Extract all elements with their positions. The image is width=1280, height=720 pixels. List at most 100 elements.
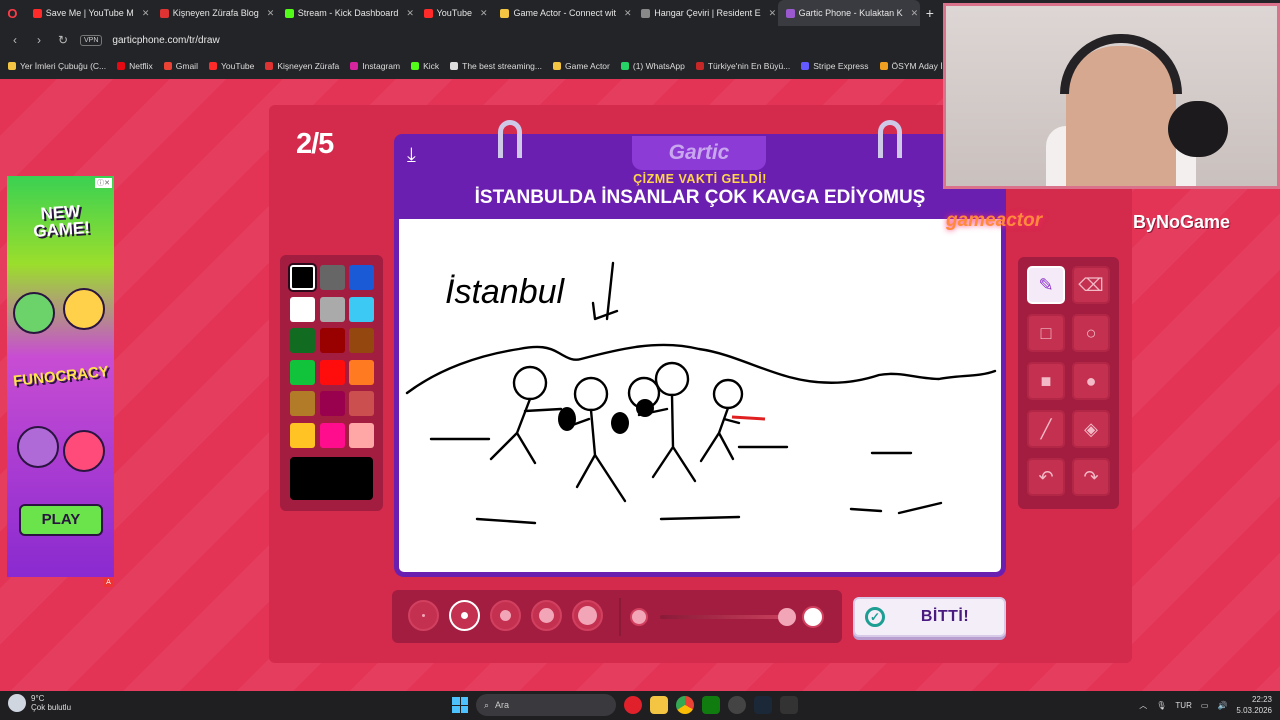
ellipse-fill-icon[interactable]: ● bbox=[1072, 362, 1110, 400]
ad-info-icon[interactable]: ⓘ✕ bbox=[95, 178, 112, 188]
weather-widget[interactable]: 9°C Çok bulutlu bbox=[8, 694, 71, 712]
color-swatch[interactable] bbox=[290, 359, 315, 385]
check-icon: ✓ bbox=[865, 607, 885, 627]
back-icon[interactable]: ‹ bbox=[8, 33, 22, 47]
file-explorer-icon[interactable] bbox=[650, 696, 668, 714]
color-swatch[interactable] bbox=[290, 296, 315, 322]
line-icon[interactable]: ╱ bbox=[1027, 410, 1065, 448]
vpn-badge[interactable]: VPN bbox=[80, 34, 103, 46]
color-swatch[interactable] bbox=[319, 328, 345, 353]
close-tab-icon[interactable]: ✕ bbox=[142, 8, 150, 19]
color-swatch[interactable] bbox=[349, 328, 374, 353]
bookmark-item[interactable]: ÖSYM Aday İşlemle... bbox=[879, 61, 945, 71]
opera-taskbar-icon[interactable] bbox=[624, 696, 642, 714]
color-swatch[interactable] bbox=[349, 422, 374, 448]
browser-tab[interactable]: Game Actor - Connect wit ✕ bbox=[492, 0, 633, 26]
done-button[interactable]: ✓ BİTTİ! bbox=[853, 597, 1006, 637]
undo-icon[interactable]: ↶ bbox=[1027, 458, 1065, 496]
windows-start-icon[interactable] bbox=[452, 697, 468, 713]
tab-label: Gartic Phone - Kulaktan K bbox=[798, 8, 903, 18]
color-swatch[interactable] bbox=[349, 359, 374, 385]
brush-size-option[interactable] bbox=[408, 600, 439, 631]
download-icon[interactable]: ⤓ bbox=[407, 144, 416, 167]
steam-icon[interactable] bbox=[754, 696, 772, 714]
taskbar-search-label: Ara bbox=[495, 700, 510, 710]
brush-size-option[interactable] bbox=[531, 600, 562, 631]
bookmark-item[interactable]: (1) WhatsApp bbox=[620, 61, 685, 71]
close-tab-icon[interactable]: ✕ bbox=[406, 8, 414, 19]
browser-tab[interactable]: Stream - Kick Dashboard ✕ bbox=[277, 0, 416, 26]
taskbar-search[interactable]: ⌕ Ara bbox=[476, 694, 616, 716]
advertisement[interactable]: ⓘ✕ NEW GAME! FUNOCRACY PLAY bbox=[7, 176, 114, 577]
pen-icon[interactable]: ✎ bbox=[1027, 266, 1065, 304]
color-swatch[interactable] bbox=[290, 265, 315, 290]
color-swatch[interactable] bbox=[319, 391, 345, 416]
brush-size-option[interactable] bbox=[490, 600, 521, 631]
redo-icon[interactable]: ↷ bbox=[1072, 458, 1110, 496]
bookmark-item[interactable]: Netflix bbox=[117, 61, 153, 71]
network-icon[interactable]: ▭ bbox=[1201, 701, 1209, 710]
close-tab-icon[interactable]: ✕ bbox=[769, 8, 777, 19]
language-indicator[interactable]: TUR bbox=[1175, 701, 1191, 710]
close-tab-icon[interactable]: ✕ bbox=[480, 8, 488, 19]
fill-bucket-icon[interactable]: ◈ bbox=[1072, 410, 1110, 448]
browser-tab[interactable]: Gartic Phone - Kulaktan K ✕ bbox=[777, 0, 920, 26]
bookmark-item[interactable]: The best streaming... bbox=[450, 61, 542, 71]
bookmark-favicon-icon bbox=[117, 62, 126, 70]
url-field[interactable]: garticphone.com/tr/draw bbox=[112, 35, 219, 46]
opacity-slider-handle[interactable] bbox=[778, 608, 796, 626]
bookmark-item[interactable]: YouTube bbox=[208, 61, 254, 71]
color-swatch[interactable] bbox=[319, 296, 345, 322]
reload-icon[interactable]: ↻ bbox=[56, 33, 70, 47]
tab-label: YouTube bbox=[436, 8, 472, 18]
bookmark-item[interactable]: Instagram bbox=[350, 61, 400, 71]
bookmark-item[interactable]: Kick bbox=[411, 61, 439, 71]
browser-tab[interactable]: Kişneyen Zürafa Blog ✕ bbox=[152, 0, 277, 26]
color-swatch[interactable] bbox=[319, 422, 345, 448]
brush-size-option[interactable] bbox=[449, 600, 480, 631]
microphone-tray-icon[interactable]: 🎙 bbox=[1156, 701, 1166, 710]
drawing-board-header: Gartic ⤓ ÇİZME VAKTİ GELDİ! İSTANBULDA İ… bbox=[394, 120, 1006, 220]
close-tab-icon[interactable]: ✕ bbox=[267, 8, 275, 19]
close-tab-icon[interactable]: ✕ bbox=[911, 8, 919, 19]
forward-icon[interactable]: › bbox=[32, 33, 46, 47]
color-swatch[interactable] bbox=[349, 391, 374, 416]
brush-size-option[interactable] bbox=[572, 600, 603, 631]
opacity-slider[interactable] bbox=[660, 615, 788, 619]
browser-tab[interactable]: Save Me | YouTube M ✕ bbox=[25, 0, 152, 26]
color-swatch[interactable] bbox=[319, 359, 345, 385]
rectangle-fill-icon[interactable]: ■ bbox=[1027, 362, 1065, 400]
bookmark-item[interactable]: Yer İmleri Çubuğu (C... bbox=[8, 61, 106, 71]
epic-games-icon[interactable] bbox=[780, 696, 798, 714]
weather-description: Çok bulutlu bbox=[31, 703, 72, 712]
xbox-icon[interactable] bbox=[702, 696, 720, 714]
chevron-up-icon[interactable]: ︿ bbox=[1139, 700, 1147, 711]
color-swatch[interactable] bbox=[349, 296, 374, 322]
color-swatch[interactable] bbox=[290, 328, 315, 353]
opera-menu-icon[interactable]: O bbox=[0, 6, 25, 21]
volume-icon[interactable]: 🔊 bbox=[1217, 701, 1227, 710]
bookmark-item[interactable]: Türkiye'nin En Büyü... bbox=[695, 61, 790, 71]
rectangle-outline-icon[interactable]: □ bbox=[1027, 314, 1065, 352]
chrome-icon[interactable] bbox=[676, 696, 694, 714]
color-swatch[interactable] bbox=[349, 265, 374, 290]
bookmark-label: ÖSYM Aday İşlemle... bbox=[891, 61, 945, 71]
color-swatch[interactable] bbox=[319, 265, 345, 290]
eraser-icon[interactable]: ⌫ bbox=[1072, 266, 1110, 304]
bookmark-item[interactable]: Kişneyen Zürafa bbox=[265, 61, 339, 71]
bookmark-item[interactable]: Stripe Express bbox=[801, 61, 869, 71]
browser-tab[interactable]: YouTube ✕ bbox=[416, 0, 493, 26]
ad-choices-icon[interactable]: A bbox=[104, 578, 113, 587]
browser-tab[interactable]: Hangar Çeviri | Resident E ✕ bbox=[633, 0, 777, 26]
obs-icon[interactable] bbox=[728, 696, 746, 714]
bookmark-item[interactable]: Gmail bbox=[163, 61, 198, 71]
new-tab-icon[interactable]: + bbox=[920, 5, 940, 21]
ad-play-button[interactable]: PLAY bbox=[19, 504, 103, 536]
close-tab-icon[interactable]: ✕ bbox=[624, 8, 632, 19]
drawing-canvas[interactable]: İstanbul bbox=[394, 219, 1006, 577]
ellipse-outline-icon[interactable]: ○ bbox=[1072, 314, 1110, 352]
color-swatch[interactable] bbox=[290, 422, 315, 448]
clock[interactable]: 22:23 5.03.2026 bbox=[1236, 694, 1272, 716]
color-swatch[interactable] bbox=[290, 391, 315, 416]
bookmark-item[interactable]: Game Actor bbox=[552, 61, 610, 71]
